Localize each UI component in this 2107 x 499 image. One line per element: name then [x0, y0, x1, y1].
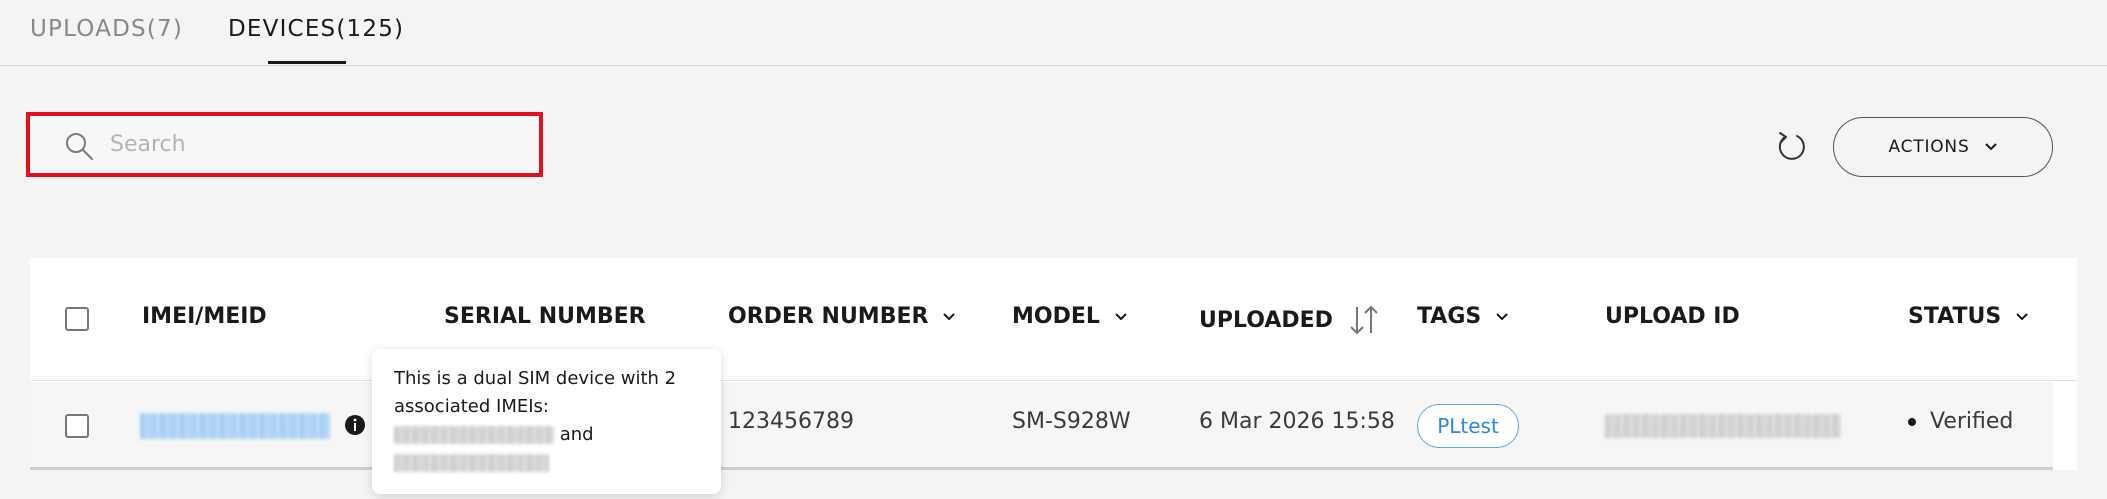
column-header-serial-number[interactable]: SERIAL NUMBER: [444, 304, 646, 329]
search-icon: [66, 133, 93, 160]
table-row[interactable]: 123456789 SM-S928W 6 Mar 2026 15:58 PLte…: [30, 382, 2053, 470]
tooltip-line-1: This is a dual SIM device with 2: [394, 368, 677, 389]
order-number-cell: 123456789: [728, 409, 854, 434]
table-header-row: IMEI/MEID SERIAL NUMBER ORDER NUMBER MOD…: [30, 258, 2077, 381]
tooltip-conjunction: and: [559, 424, 594, 445]
column-header-upload-id[interactable]: UPLOAD ID: [1605, 304, 1740, 329]
column-header-uploaded[interactable]: UPLOADED: [1199, 304, 1381, 336]
tag-chip[interactable]: PLtest: [1417, 404, 1519, 448]
status-label: Verified: [1930, 409, 2014, 434]
column-header-imei[interactable]: IMEI/MEID: [142, 304, 267, 329]
select-all-checkbox[interactable]: [65, 307, 89, 331]
chevron-down-icon: [1984, 143, 1997, 151]
uploaded-cell: 6 Mar 2026 15:58: [1199, 409, 1395, 434]
model-cell: SM-S928W: [1012, 409, 1131, 434]
chevron-down-icon: [1496, 312, 1508, 320]
chevron-down-icon: [943, 312, 956, 320]
search-input[interactable]: [110, 125, 520, 163]
imei-link-redacted[interactable]: [140, 413, 330, 439]
column-header-order-number[interactable]: ORDER NUMBER: [728, 304, 956, 329]
row-checkbox[interactable]: [65, 414, 89, 438]
status-cell: Verified: [1908, 409, 2013, 434]
dual-sim-tooltip: This is a dual SIM device with 2 associa…: [372, 349, 721, 494]
column-header-tags[interactable]: TAGS: [1417, 304, 1509, 329]
tab-devices[interactable]: DEVICES(125): [228, 16, 404, 42]
tooltip-line-2: associated IMEIs:: [394, 396, 549, 417]
status-dot: [1908, 417, 1916, 426]
chevron-down-icon: [2016, 312, 2028, 320]
column-header-model[interactable]: MODEL: [1012, 304, 1128, 329]
search-box[interactable]: [30, 116, 539, 173]
imei-1-redacted: [394, 426, 554, 444]
devices-table: IMEI/MEID SERIAL NUMBER ORDER NUMBER MOD…: [30, 258, 2077, 470]
upload-id-redacted: [1605, 414, 1841, 438]
info-icon[interactable]: [344, 414, 366, 436]
imei-2-redacted: [394, 454, 549, 472]
actions-label: ACTIONS: [1888, 137, 1970, 157]
column-header-status[interactable]: STATUS: [1908, 304, 2029, 329]
active-tab-indicator: [268, 61, 346, 64]
tab-bar: UPLOADS(7) DEVICES(125): [0, 0, 2107, 66]
chevron-down-icon: [1115, 312, 1127, 320]
tab-uploads[interactable]: UPLOADS(7): [30, 16, 183, 42]
refresh-icon[interactable]: [1775, 130, 1809, 164]
actions-button[interactable]: ACTIONS: [1833, 117, 2053, 177]
tooltip-line-3: and: [394, 421, 699, 449]
tooltip-line-4: [394, 449, 699, 477]
sort-icon[interactable]: [1347, 304, 1381, 336]
